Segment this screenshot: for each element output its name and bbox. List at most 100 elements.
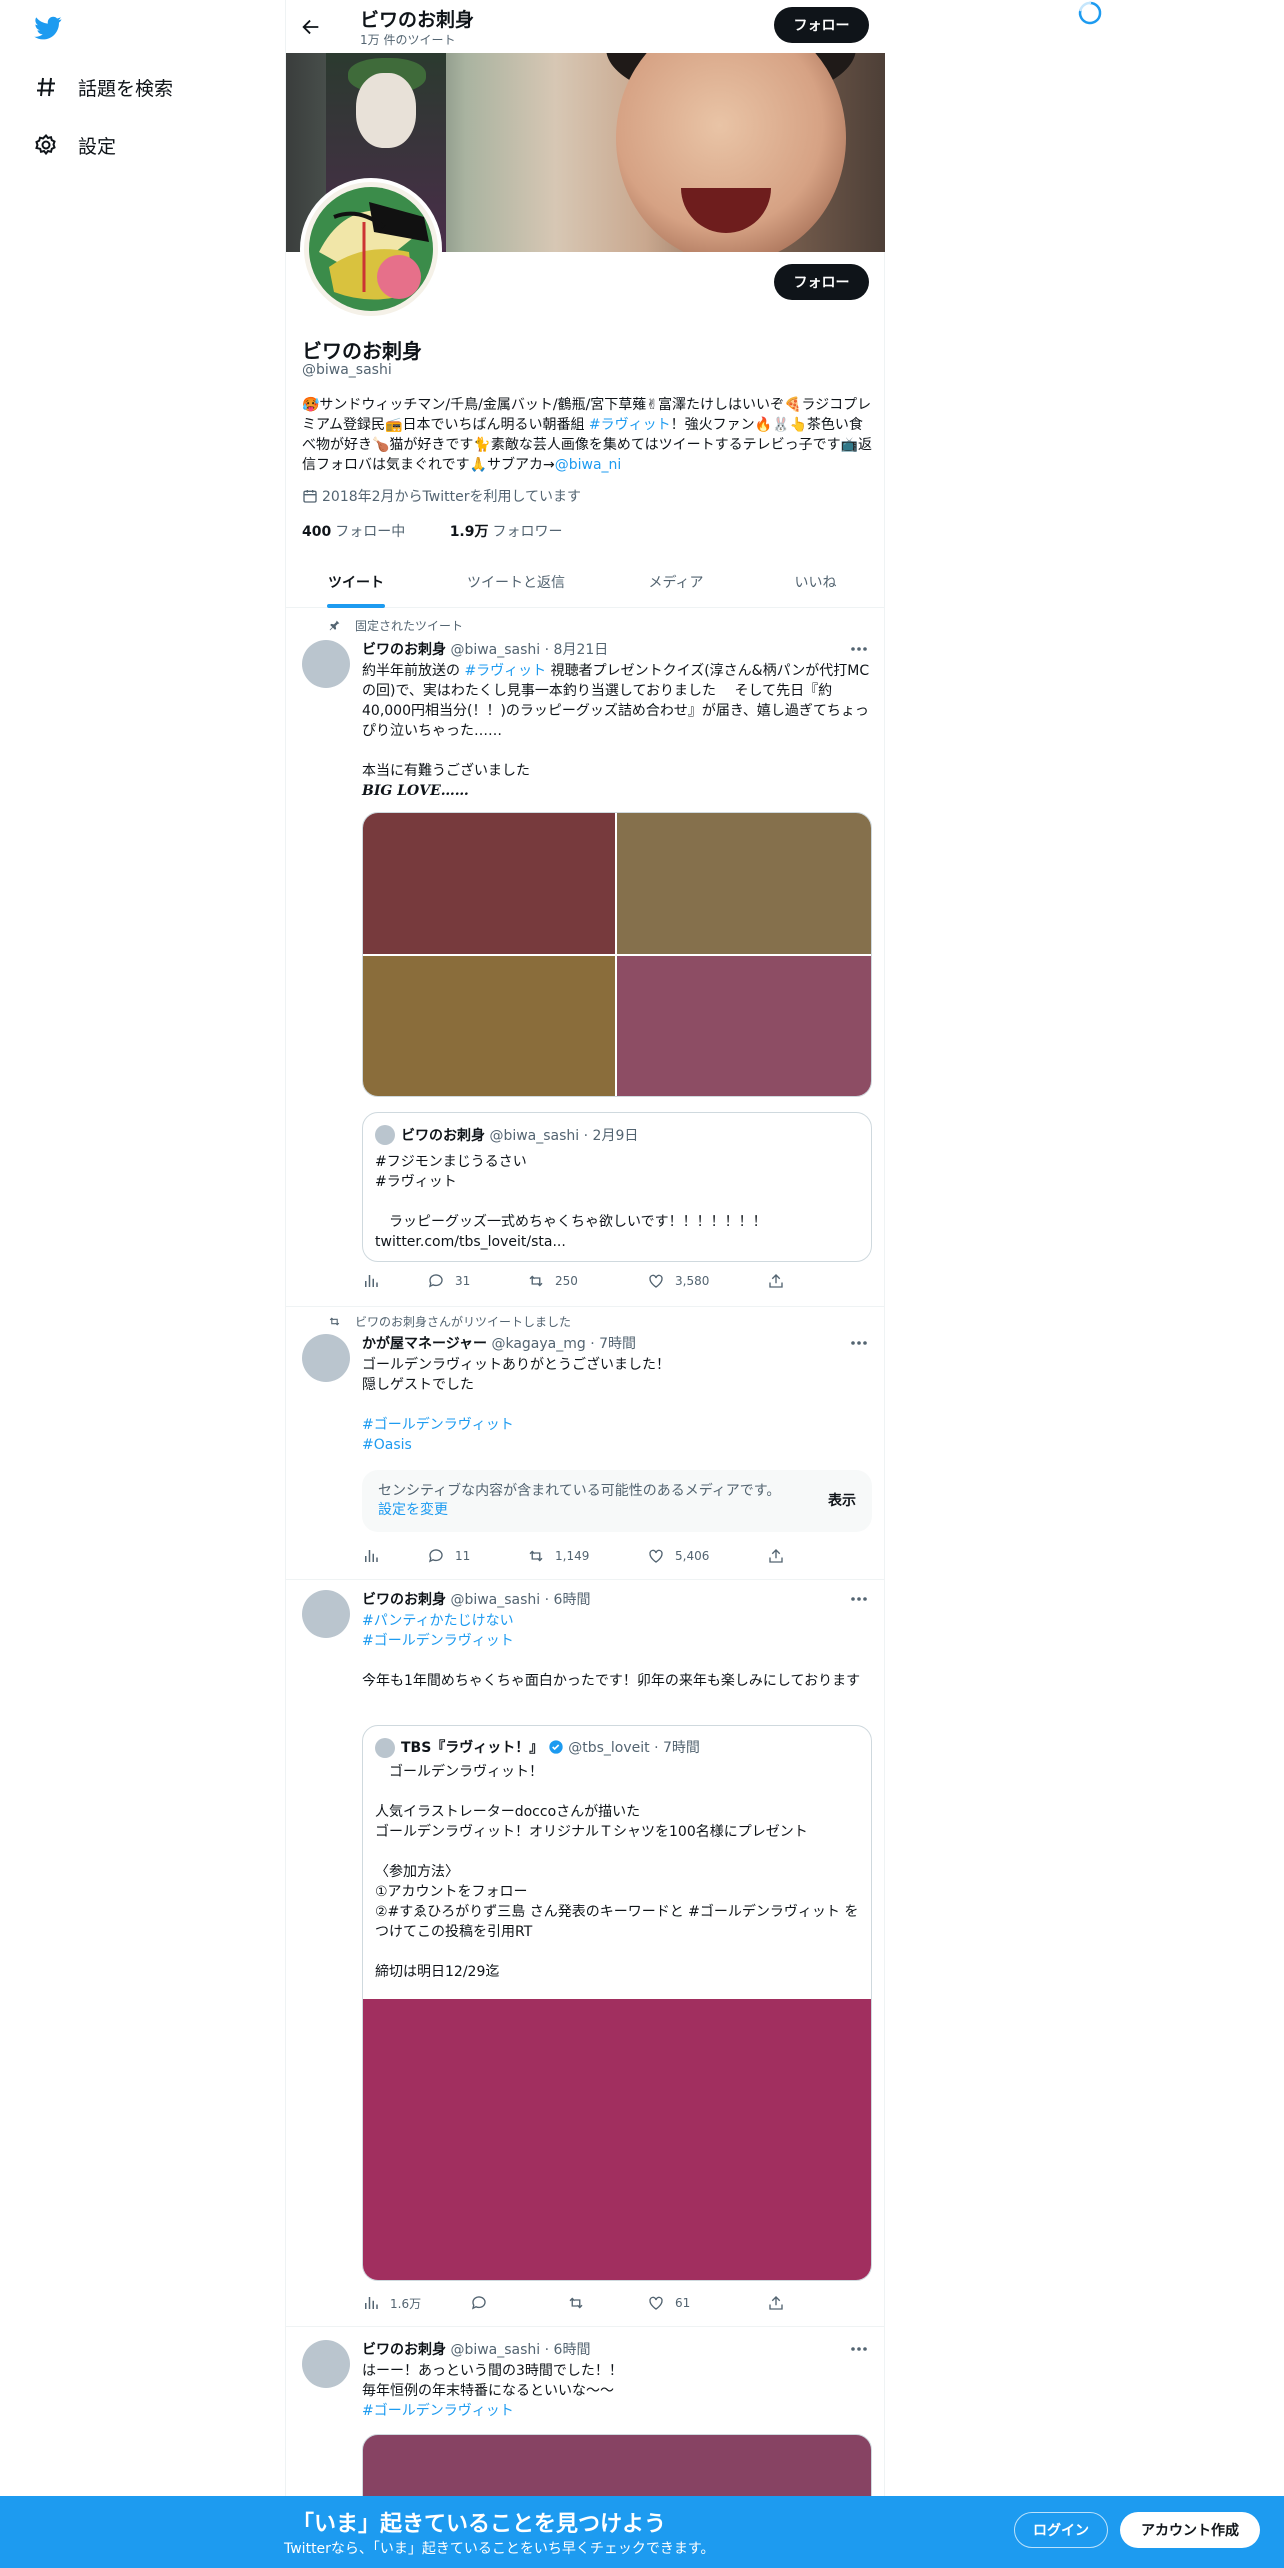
twitter-logo-icon[interactable] [32,14,64,42]
profile-avatar[interactable] [300,178,442,320]
login-button[interactable]: ログイン [1014,2512,1108,2548]
profile-name: ビワのお刺身 [302,339,422,363]
more-icon[interactable] [849,2345,869,2353]
tweet-header: ビワのお刺身 @biwa_sashi · 6時間 [362,2339,590,2359]
like-button[interactable]: 5,406 [647,1547,709,1565]
nav-explore-label: 話題を検索 [78,77,174,100]
quote-author-meta: @tbs_loveit · 7時間 [568,1740,700,1756]
tweet-quote[interactable]: ビワのお刺身 @biwa_sashi · 6時間 #パンティかたじけない #ゴー… [286,1580,885,2327]
share-button[interactable] [767,1272,795,1290]
more-icon[interactable] [849,645,869,653]
author-name[interactable]: ビワのお刺身 [362,2342,446,2358]
profile-handle: @biwa_sashi [302,362,392,378]
tweet-text: 約半年前放送の #ラヴィット 視聴者プレゼントクイズ(淳さん&柄パンが代打MCの… [362,661,872,801]
share-button[interactable] [767,2294,795,2312]
avatar[interactable] [302,640,350,688]
retweet-button[interactable]: 250 [527,1272,578,1290]
following-label: フォロー中 [335,524,406,540]
nav-settings[interactable]: 設定 [34,125,116,165]
tab-media[interactable]: メディア [606,555,746,608]
like-count: 61 [675,2296,691,2310]
nav-explore[interactable]: 話題を検索 [34,67,173,107]
hashtag-link[interactable]: #ゴールデンラヴィット [362,1415,872,1435]
retweet-indicator: ビワのお刺身さんがリツイートしました [328,1313,571,1330]
like-button[interactable]: 61 [647,2294,690,2312]
tab-tweets[interactable]: ツイート [286,555,426,608]
author-name[interactable]: ビワのお刺身 [362,642,446,658]
avatar[interactable] [302,1334,350,1382]
followers-label: フォロワー [492,524,563,540]
retweet-icon [529,1550,543,1562]
tweet-retweeted[interactable]: ビワのお刺身さんがリツイートしました かが屋マネージャー @kagaya_mg … [286,1307,885,1580]
tab-tweets-and-replies[interactable]: ツイートと返信 [426,555,606,608]
tweet-pinned[interactable]: 固定されたツイート ビワのお刺身 @biwa_sashi · 8月21日 約半年… [286,609,885,1307]
share-icon [769,1549,783,1563]
more-icon[interactable] [849,1595,869,1603]
retweet-button[interactable]: 1,149 [527,1547,589,1565]
reply-button[interactable] [470,2294,498,2312]
tab-likes[interactable]: いいね [746,555,885,608]
author-meta[interactable]: @biwa_sashi · 8月21日 [450,642,608,658]
sensitive-text: センシティブな内容が含まれている可能性のあるメディアです。 [378,1483,781,1499]
like-button[interactable]: 3,580 [647,1272,709,1290]
hashtag-link[interactable]: #パンティかたじけない [362,1611,872,1631]
followers-link[interactable]: 1.9万 フォロワー [450,524,583,540]
author-name[interactable]: かが屋マネージャー [362,1336,487,1352]
bio-subaccount-link[interactable]: @biwa_ni [555,457,622,473]
change-settings-link[interactable]: 設定を変更 [378,1502,448,1518]
show-media-button[interactable]: 表示 [828,1490,856,1510]
bio-hashtag-link[interactable]: #ラヴィット [589,417,671,433]
analytics-button[interactable]: 1.6万 [362,2294,421,2312]
header-follow-button[interactable]: フォロー [774,7,869,43]
reply-count: 31 [455,1274,471,1288]
retweet-label[interactable]: ビワのお刺身さんがリツイートしました [355,1313,571,1330]
media-photo-1[interactable] [363,813,615,954]
analytics-button[interactable] [362,1272,390,1290]
back-arrow-icon[interactable] [300,16,322,38]
profile-follow-button[interactable]: フォロー [774,264,869,300]
share-button[interactable] [767,1547,795,1565]
tweet-text-b: 視聴者プレゼントクイズ(淳さん&柄パンが代打MCの回)で、実はわたくし見事一本釣… [362,663,870,779]
signup-button[interactable]: アカウント作成 [1120,2512,1260,2548]
quote-media-image[interactable] [363,1999,871,2280]
followers-count: 1.9万 [449,524,489,540]
quote-avatar [375,1738,395,1758]
hashtag-link[interactable]: #ゴールデンラヴィット [362,1631,872,1651]
reply-button[interactable]: 11 [427,1547,470,1565]
heart-icon [649,1549,663,1563]
media-photo-3[interactable] [363,956,615,1096]
analytics-button[interactable] [362,1547,390,1565]
avatar[interactable] [302,2340,350,2388]
nav-settings-label: 設定 [78,135,117,158]
tweet-actions: 11 1,149 5,406 [362,1547,802,1567]
quoted-tweet[interactable]: TBS『ラヴィット！』 @tbs_loveit · 7時間 ゴールデンラヴィット… [362,1725,872,2281]
banner-figure-face [356,73,416,148]
tweet-media-grid[interactable] [362,812,872,1097]
reply-icon [428,1549,443,1563]
author-meta[interactable]: @biwa_sashi · 6時間 [450,1592,590,1608]
avatar[interactable] [302,1590,350,1638]
share-icon [769,2296,783,2310]
following-link[interactable]: 400 フォロー中 [302,524,425,540]
author-name[interactable]: ビワのお刺身 [362,1592,446,1608]
sensitive-warning-text: センシティブな内容が含まれている可能性のあるメディアです。設定を変更 [378,1482,788,1520]
more-icon[interactable] [849,1339,869,1347]
tweet-text-a: 約半年前放送の [362,663,465,679]
retweet-button[interactable] [567,2294,595,2312]
author-meta[interactable]: @kagaya_mg · 7時間 [491,1336,636,1352]
hashtag-link[interactable]: #Oasis [362,1435,872,1455]
author-meta[interactable]: @biwa_sashi · 6時間 [450,2342,590,2358]
hashtag-link[interactable]: #ゴールデンラヴィット [362,2401,872,2421]
tweet-text: ゴールデンラヴィットありがとうございました！ 隠しゲストでした [362,1357,670,1393]
hashtag-link[interactable]: #ラヴィット [464,663,546,679]
left-nav: 話題を検索 設定 [0,0,285,2568]
profile-tabs: ツイート ツイートと返信 メディア いいね [286,555,885,608]
media-photo-4[interactable] [617,956,871,1096]
main-column: ビワのお刺身 1万 件のツイート フォロー フォロー ビワのお刺身 @biwa_… [285,0,885,2568]
reply-button[interactable]: 31 [427,1272,470,1290]
gear-icon [35,134,56,156]
quote-link[interactable]: twitter.com/tbs_loveit/sta... [375,1232,863,1252]
quote-header: ビワのお刺身 @biwa_sashi · 2月9日 [401,1125,638,1145]
media-photo-2[interactable] [617,813,871,954]
quoted-tweet[interactable]: ビワのお刺身 @biwa_sashi · 2月9日 #フジモンまじうるさい #ラ… [362,1112,872,1262]
